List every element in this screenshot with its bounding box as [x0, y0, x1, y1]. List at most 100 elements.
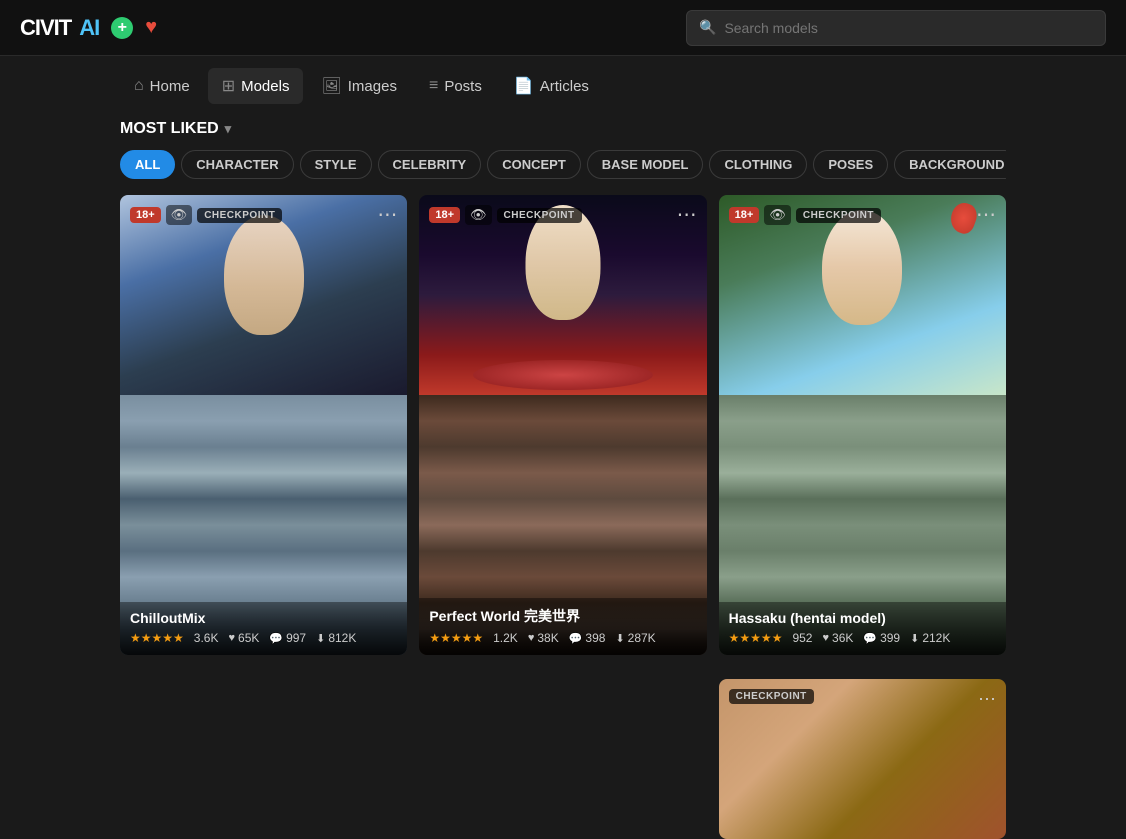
- images-icon: 🖼: [321, 76, 341, 96]
- card-image-3: [719, 195, 1006, 395]
- card-image-1: [120, 195, 407, 395]
- comments-count-1: 997: [286, 631, 306, 645]
- cards-row-2: CHECKPOINT ⋯: [0, 655, 1126, 839]
- card-stats-3: ★★★★★ 952 ♥ 36K 💬 399 ⬇ 212K: [729, 631, 996, 645]
- nav-posts-label: Posts: [444, 78, 482, 95]
- card-footer-1: ChilloutMix ★★★★★ 3.6K ♥ 65K 💬 997 ⬇ 812…: [120, 602, 407, 655]
- likes-1: ♥ 65K: [228, 631, 259, 645]
- age-badge-1: 18+: [130, 207, 161, 223]
- nav-articles-label: Articles: [540, 78, 589, 95]
- downloads-count-3: 212K: [922, 631, 950, 645]
- comments-2: 💬 398: [569, 631, 606, 645]
- downloads-count-2: 287K: [628, 631, 656, 645]
- nav-images-label: Images: [348, 78, 397, 95]
- add-button[interactable]: +: [111, 17, 133, 39]
- logo-civit: CIVIT: [20, 15, 71, 41]
- tab-background[interactable]: BACKGROUND: [894, 150, 1006, 179]
- posts-icon: ≡: [429, 77, 438, 95]
- likes-3: ♥ 36K: [822, 631, 853, 645]
- type-badge-4: CHECKPOINT: [729, 689, 814, 704]
- tab-style[interactable]: STYLE: [300, 150, 372, 179]
- downloads-count-1: 812K: [328, 631, 356, 645]
- nav-posts[interactable]: ≡ Posts: [415, 69, 496, 103]
- tab-base-model[interactable]: BASE MODEL: [587, 150, 704, 179]
- card-chilloutmix[interactable]: 18+ 👁 CHECKPOINT ⋯ ChilloutMix ★★★★★ 3.6…: [120, 195, 407, 655]
- card-badges-1: 18+ 👁 CHECKPOINT: [130, 205, 282, 225]
- search-bar: 🔍: [686, 10, 1106, 46]
- heart-icon-3: ♥: [822, 632, 829, 644]
- search-input[interactable]: [724, 20, 1093, 36]
- likes-count-3: 36K: [832, 631, 853, 645]
- logo: CIVIT AI: [20, 15, 99, 41]
- nav: ⌂ Home ⊞ Models 🖼 Images ≡ Posts 📄 Artic…: [0, 56, 1126, 116]
- likes-count-1: 65K: [238, 631, 259, 645]
- age-badge-2: 18+: [429, 207, 460, 223]
- downloads-3: ⬇ 212K: [910, 631, 950, 645]
- tab-clothing[interactable]: CLOTHING: [709, 150, 807, 179]
- home-icon: ⌂: [134, 77, 144, 95]
- tab-all[interactable]: ALL: [120, 150, 175, 179]
- likes-count-2: 38K: [537, 631, 558, 645]
- card-title-1: ChilloutMix: [130, 610, 397, 626]
- comment-icon-3: 💬: [863, 632, 877, 645]
- favorites-button[interactable]: ♥: [145, 16, 157, 39]
- stars-2: ★★★★★: [429, 631, 483, 645]
- header: CIVIT AI + ♥ 🔍: [0, 0, 1126, 56]
- rating-3: 952: [792, 631, 812, 645]
- nav-models[interactable]: ⊞ Models: [208, 68, 304, 104]
- tab-concept[interactable]: CONCEPT: [487, 150, 581, 179]
- comments-count-2: 398: [585, 631, 605, 645]
- card-fourth-badges: CHECKPOINT: [729, 689, 814, 704]
- card-menu-1[interactable]: ⋯: [377, 205, 397, 225]
- eye-badge-1[interactable]: 👁: [166, 205, 193, 225]
- download-icon-2: ⬇: [615, 632, 624, 645]
- nav-home[interactable]: ⌂ Home: [120, 69, 204, 103]
- nav-images[interactable]: 🖼 Images: [307, 68, 411, 104]
- cards-grid: 18+ 👁 CHECKPOINT ⋯ ChilloutMix ★★★★★ 3.6…: [0, 179, 1126, 655]
- stars-1: ★★★★★: [130, 631, 184, 645]
- stars-3: ★★★★★: [729, 631, 783, 645]
- card-stats-1: ★★★★★ 3.6K ♥ 65K 💬 997 ⬇ 812K: [130, 631, 397, 645]
- nav-models-label: Models: [241, 78, 289, 95]
- rating-1: 3.6K: [194, 631, 219, 645]
- card-badges-3: 18+ 👁 CHECKPOINT: [729, 205, 881, 225]
- tab-character[interactable]: CHARACTER: [181, 150, 293, 179]
- card-title-2: Perfect World 完美世界: [429, 606, 696, 626]
- card-footer-2: Perfect World 完美世界 ★★★★★ 1.2K ♥ 38K 💬 39…: [419, 598, 706, 655]
- card-perfect-world[interactable]: 18+ 👁 CHECKPOINT ⋯ Perfect World 完美世界 ★★…: [419, 195, 706, 655]
- card-badges-2: 18+ 👁 CHECKPOINT: [429, 205, 581, 225]
- download-icon-1: ⬇: [316, 632, 325, 645]
- type-badge-3: CHECKPOINT: [796, 208, 881, 223]
- logo-ai: AI: [79, 15, 99, 41]
- comments-count-3: 399: [880, 631, 900, 645]
- likes-2: ♥ 38K: [528, 631, 559, 645]
- type-badge-2: CHECKPOINT: [497, 208, 582, 223]
- comment-icon-2: 💬: [569, 632, 583, 645]
- eye-badge-2[interactable]: 👁: [465, 205, 492, 225]
- downloads-1: ⬇ 812K: [316, 631, 356, 645]
- comment-icon-1: 💬: [269, 632, 283, 645]
- articles-icon: 📄: [514, 76, 534, 96]
- downloads-2: ⬇ 287K: [615, 631, 655, 645]
- card-menu-2[interactable]: ⋯: [677, 205, 697, 225]
- eye-badge-3[interactable]: 👁: [764, 205, 791, 225]
- comments-1: 💬 997: [269, 631, 306, 645]
- tab-poses[interactable]: POSES: [813, 150, 888, 179]
- age-badge-3: 18+: [729, 207, 760, 223]
- card-hassaku[interactable]: 18+ 👁 CHECKPOINT ⋯ Hassaku (hentai model…: [719, 195, 1006, 655]
- card-title-3: Hassaku (hentai model): [729, 610, 996, 626]
- tab-celebrity[interactable]: CELEBRITY: [378, 150, 482, 179]
- card-footer-3: Hassaku (hentai model) ★★★★★ 952 ♥ 36K 💬…: [719, 602, 1006, 655]
- heart-icon-1: ♥: [228, 632, 235, 644]
- models-icon: ⊞: [222, 76, 235, 96]
- nav-home-label: Home: [150, 78, 190, 95]
- search-icon: 🔍: [699, 19, 716, 36]
- card-fourth[interactable]: CHECKPOINT ⋯: [719, 679, 1006, 839]
- filter-tabs: ALL CHARACTER STYLE CELEBRITY CONCEPT BA…: [120, 150, 1006, 179]
- card-menu-4[interactable]: ⋯: [978, 689, 996, 710]
- nav-articles[interactable]: 📄 Articles: [500, 68, 603, 104]
- sort-selector[interactable]: MOST LIKED ▾: [120, 120, 1006, 138]
- type-badge-1: CHECKPOINT: [197, 208, 282, 223]
- card-menu-3[interactable]: ⋯: [976, 205, 996, 225]
- download-icon-3: ⬇: [910, 632, 919, 645]
